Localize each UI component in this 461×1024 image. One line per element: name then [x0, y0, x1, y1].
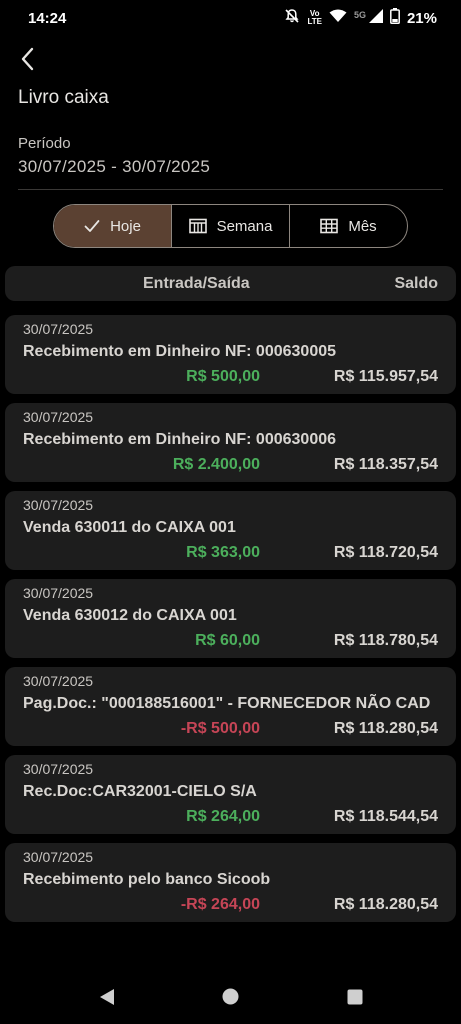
transaction-date: 30/07/2025 [23, 761, 94, 777]
column-entry-exit: Entrada/Saída [143, 275, 250, 292]
calendar-week-icon [188, 218, 207, 234]
transaction-card[interactable]: 30/07/2025 Venda 630012 do CAIXA 001 R$ … [5, 579, 456, 658]
transaction-balance: R$ 118.780,54 [333, 632, 438, 649]
nav-recents-icon [347, 989, 363, 1010]
transaction-balance: R$ 118.720,54 [333, 544, 438, 561]
transaction-amount: -R$ 500,00 [180, 720, 260, 737]
transaction-card[interactable]: 30/07/2025 Pag.Doc.: "000188516001" - FO… [5, 667, 456, 746]
transaction-description: Recebimento em Dinheiro NF: 000630006 [23, 431, 337, 448]
transaction-balance: R$ 118.357,54 [333, 456, 438, 473]
transaction-date: 30/07/2025 [23, 673, 94, 689]
nav-back-icon [99, 988, 115, 1011]
check-icon [84, 219, 100, 233]
transaction-date: 30/07/2025 [23, 409, 94, 425]
table-header: Entrada/Saída Saldo [5, 266, 456, 301]
transaction-card[interactable]: 30/07/2025 Recebimento em Dinheiro NF: 0… [5, 403, 456, 482]
transaction-description: Venda 630012 do CAIXA 001 [23, 607, 237, 624]
transaction-amount: R$ 2.400,00 [172, 456, 260, 473]
segment-month[interactable]: Mês [290, 205, 407, 247]
system-nav-bar [0, 974, 461, 1024]
period-segmented-control: Hoje Semana Mês [53, 204, 408, 248]
transaction-amount: R$ 363,00 [186, 544, 260, 561]
transaction-balance: R$ 118.280,54 [333, 896, 438, 913]
segment-week-label: Semana [216, 217, 273, 235]
nav-home-icon [222, 988, 239, 1010]
transaction-description: Venda 630011 do CAIXA 001 [23, 519, 236, 536]
status-bar: 14:24 Vo LTE 5G 21% [0, 0, 461, 36]
segment-week[interactable]: Semana [172, 205, 290, 247]
nav-recents-button[interactable] [345, 989, 365, 1009]
transaction-balance: R$ 118.544,54 [333, 808, 438, 825]
network-type-label: 5G [353, 10, 366, 20]
transaction-balance: R$ 115.957,54 [333, 368, 438, 385]
status-time: 14:24 [28, 9, 67, 27]
transaction-card[interactable]: 30/07/2025 Recebimento pelo banco Sicoob… [5, 843, 456, 922]
battery-icon [390, 8, 400, 28]
column-balance: Saldo [394, 275, 438, 292]
segment-today-label: Hoje [110, 217, 141, 235]
transaction-list[interactable]: 30/07/2025 Recebimento em Dinheiro NF: 0… [5, 315, 456, 931]
transaction-amount: R$ 500,00 [186, 368, 260, 385]
transaction-amount: -R$ 264,00 [180, 896, 260, 913]
nav-home-button[interactable] [221, 988, 241, 1010]
back-button[interactable] [14, 46, 42, 76]
period-range-field[interactable]: 30/07/2025 - 30/07/2025 [18, 157, 210, 177]
status-icons: Vo LTE 5G 21% [284, 8, 437, 28]
volte-bottom-label: LTE [307, 17, 322, 26]
transaction-card[interactable]: 30/07/2025 Rec.Doc:CAR32001-CIELO S/A R$… [5, 755, 456, 834]
calendar-month-icon [320, 218, 339, 234]
transaction-date: 30/07/2025 [23, 497, 94, 513]
transaction-amount: R$ 264,00 [186, 808, 260, 825]
transaction-description: Pag.Doc.: "000188516001" - FORNECEDOR NÃ… [23, 695, 431, 712]
transaction-date: 30/07/2025 [23, 585, 94, 601]
transaction-description: Recebimento em Dinheiro NF: 000630005 [23, 343, 337, 360]
transaction-description: Recebimento pelo banco Sicoob [23, 871, 271, 888]
transaction-date: 30/07/2025 [23, 849, 94, 865]
transaction-card[interactable]: 30/07/2025 Recebimento em Dinheiro NF: 0… [5, 315, 456, 394]
transaction-date: 30/07/2025 [23, 321, 94, 337]
transaction-card[interactable]: 30/07/2025 Venda 630011 do CAIXA 001 R$ … [5, 491, 456, 570]
notifications-off-icon [284, 8, 300, 28]
page-title: Livro caixa [18, 87, 109, 108]
transaction-amount: R$ 60,00 [195, 632, 260, 649]
signal-icon [368, 9, 383, 27]
transaction-balance: R$ 118.280,54 [333, 720, 438, 737]
period-label: Período [18, 135, 71, 152]
nav-back-button[interactable] [97, 988, 117, 1011]
segment-month-label: Mês [348, 217, 377, 235]
volte-icon: Vo LTE [307, 10, 322, 26]
battery-percent: 21% [406, 9, 437, 27]
back-arrow-icon [20, 47, 36, 76]
wifi-icon [329, 9, 347, 27]
transaction-description: Rec.Doc:CAR32001-CIELO S/A [23, 783, 257, 800]
segment-today[interactable]: Hoje [54, 205, 172, 247]
period-divider [18, 189, 443, 190]
